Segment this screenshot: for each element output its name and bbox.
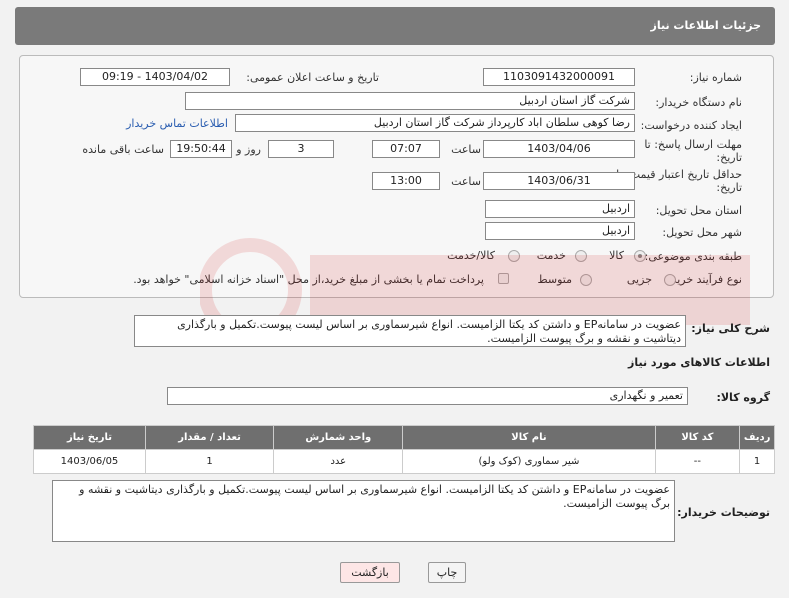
goods-group-field[interactable]: تعمیر و نگهداری: [167, 387, 688, 405]
remaining-days-field[interactable]: 3: [268, 140, 334, 158]
goods-section-title: اطلاعات کالاهای مورد نیاز: [628, 356, 770, 369]
purchase-option-medium: متوسط: [537, 273, 572, 286]
col-row-header: ردیف: [739, 425, 775, 450]
price-validity-label-date: تاریخ:: [716, 181, 742, 194]
category-radio-goods-service[interactable]: [508, 250, 520, 262]
reply-time-label: ساعت: [451, 143, 481, 156]
category-option-goods: کالا: [609, 249, 624, 262]
announce-datetime-field[interactable]: 1403/04/02 - 09:19: [80, 68, 230, 86]
delivery-province-label: استان محل تحویل:: [655, 204, 742, 217]
purchase-option-minor: جزیی: [626, 273, 652, 286]
col-name-header: نام کالا: [402, 425, 656, 450]
remaining-time-field[interactable]: 19:50:44: [170, 140, 232, 158]
cell-row: 1: [739, 449, 775, 474]
page-title: جزئیات اطلاعات نیاز: [650, 19, 762, 32]
requester-label: ایجاد کننده درخواست:: [640, 119, 742, 132]
cell-qty: 1: [144, 449, 275, 474]
treasury-payment-checkbox[interactable]: [498, 273, 509, 284]
col-qty-header: تعداد / مقدار: [144, 425, 275, 450]
category-radio-service[interactable]: [575, 250, 587, 262]
cell-code: --: [654, 449, 741, 474]
back-button[interactable]: بازگشت: [340, 562, 400, 583]
category-radio-goods[interactable]: [634, 250, 646, 262]
category-option-goods-service: کالا/خدمت: [447, 249, 495, 262]
category-option-service: خدمت: [536, 249, 566, 262]
buyer-org-field[interactable]: شرکت گاز استان اردبیل: [185, 92, 635, 110]
buyer-notes-label: توضیحات خریدار:: [677, 506, 770, 519]
reply-date-field[interactable]: 1403/04/06: [483, 140, 635, 158]
purchase-radio-medium[interactable]: [580, 274, 592, 286]
reply-time-field[interactable]: 07:07: [372, 140, 440, 158]
summary-label: شرح کلی نیاز:: [691, 322, 770, 335]
purchase-radio-minor[interactable]: [664, 274, 676, 286]
cell-date: 1403/06/05: [33, 449, 146, 474]
print-button[interactable]: چاپ: [428, 562, 466, 583]
buyer-org-label: نام دستگاه خریدار:: [655, 96, 742, 109]
need-number-field[interactable]: 1103091432000091: [483, 68, 635, 86]
table-row[interactable]: 1 -- شیر سماوری (کوک ولو) عدد 1 1403/06/…: [33, 449, 775, 474]
delivery-city-label: شهر محل تحویل:: [662, 226, 742, 239]
cell-unit: عدد: [273, 449, 404, 474]
remaining-time-label: ساعت باقی مانده: [82, 143, 164, 156]
cell-name: شیر سماوری (کوک ولو): [402, 449, 656, 474]
page-header: جزئیات اطلاعات نیاز: [15, 7, 775, 45]
summary-textarea[interactable]: عضویت در سامانهEP و داشتن کد یکتا الزامی…: [134, 315, 686, 347]
delivery-province-field[interactable]: اردبیل: [485, 200, 635, 218]
treasury-payment-note: پرداخت تمام یا بخشی از مبلغ خرید،از محل …: [133, 273, 484, 286]
delivery-city-field[interactable]: اردبیل: [485, 222, 635, 240]
col-unit-header: واحد شمارش: [273, 425, 404, 450]
need-number-label: شماره نیاز:: [689, 71, 742, 84]
announce-datetime-label: تاریخ و ساعت اعلان عمومی:: [246, 71, 379, 84]
buyer-contact-link[interactable]: اطلاعات تماس خریدار: [126, 117, 228, 130]
col-code-header: کد کالا: [654, 425, 741, 450]
days-label: روز و: [236, 143, 261, 156]
category-label: طبقه بندی موضوعی:: [644, 250, 742, 263]
price-validity-label: حداقل تاریخ اعتبار قیمت: تا: [616, 168, 742, 181]
price-validity-time-label: ساعت: [451, 175, 481, 188]
price-validity-time-field[interactable]: 13:00: [372, 172, 440, 190]
col-date-header: تاریخ نیاز: [33, 425, 146, 450]
reply-deadline-label-date: تاریخ:: [716, 151, 742, 164]
reply-deadline-label: مهلت ارسال پاسخ: تا: [644, 138, 742, 151]
goods-table: ردیف کد کالا نام کالا واحد شمارش تعداد /…: [33, 425, 775, 474]
price-validity-date-field[interactable]: 1403/06/31: [483, 172, 635, 190]
goods-group-label: گروه کالا:: [716, 391, 770, 404]
requester-field[interactable]: رضا کوهی سلطان اباد کارپرداز شرکت گاز اس…: [235, 114, 635, 132]
table-header-row: ردیف کد کالا نام کالا واحد شمارش تعداد /…: [33, 425, 775, 450]
buyer-notes-textarea[interactable]: عضویت در سامانهEP و داشتن کد یکتا الزامی…: [52, 480, 675, 542]
